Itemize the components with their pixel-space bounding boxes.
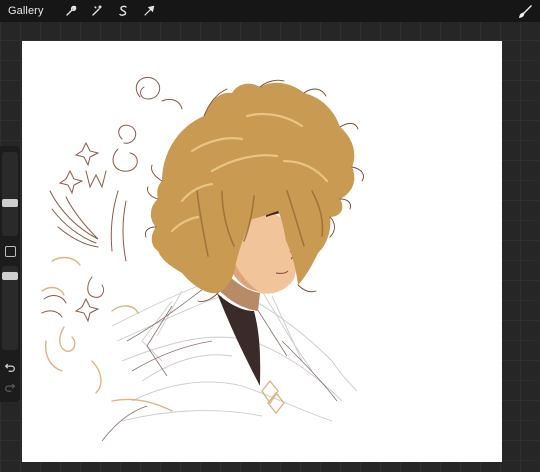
brush-size-slider[interactable] [2, 152, 18, 236]
left-sidebar [0, 146, 20, 402]
undo-icon[interactable] [3, 360, 17, 374]
opacity-thumb[interactable] [2, 272, 18, 280]
brush-size-thumb[interactable] [2, 199, 18, 207]
brush-icon[interactable] [516, 2, 534, 20]
character-artwork [41, 77, 364, 442]
top-toolbar: Gallery [0, 0, 540, 22]
redo-icon[interactable] [3, 380, 17, 394]
wrench-icon[interactable] [62, 2, 80, 20]
transform-arrow-icon[interactable] [140, 2, 158, 20]
modify-button[interactable] [5, 246, 16, 257]
selection-s-icon[interactable] [114, 2, 132, 20]
drawing-canvas[interactable] [22, 41, 502, 462]
gallery-button[interactable]: Gallery [0, 5, 54, 17]
magic-wand-icon[interactable] [88, 2, 106, 20]
